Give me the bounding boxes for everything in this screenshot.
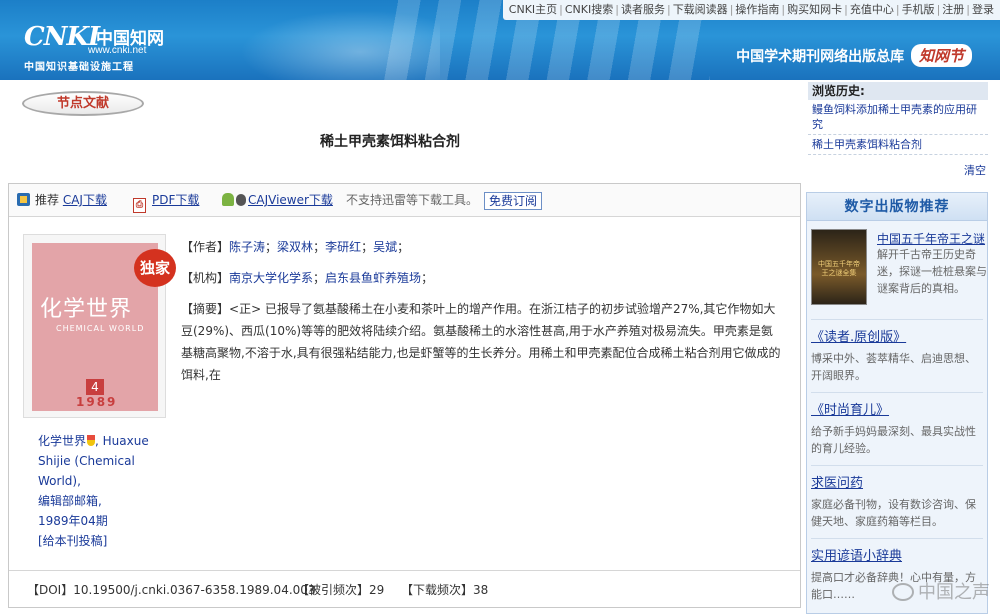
history-item-link[interactable]: 鳗鱼饲料添加稀土甲壳素的应用研究 bbox=[812, 103, 977, 131]
article-stats: 【DOI】10.19500/j.cnki.0367-6358.1989.04.0… bbox=[9, 570, 800, 608]
caj-icon bbox=[17, 193, 30, 206]
clear-history-link[interactable]: 清空 bbox=[964, 162, 986, 178]
doi-group: 【DOI】10.19500/j.cnki.0367-6358.1989.04.0… bbox=[27, 571, 316, 609]
pdf-download-link[interactable]: PDF下载 bbox=[152, 193, 199, 207]
zhiwangjie-logo: 知网节 bbox=[910, 44, 972, 67]
journal-office-link[interactable]: 编辑部邮箱, bbox=[38, 494, 102, 508]
watermark-text: 中国之声 bbox=[918, 582, 990, 603]
recommend-title-link[interactable]: 《读者.原创版》 bbox=[811, 330, 906, 345]
journal-issue-link[interactable]: 1989年04期 bbox=[38, 514, 108, 528]
history-item: 鳗鱼饲料添加稀土甲壳素的应用研究 bbox=[808, 100, 988, 135]
cited-label: 【被引频次】 bbox=[297, 583, 370, 597]
abstract-label: 【摘要】 bbox=[181, 302, 230, 316]
database-name: 中国学术期刊网络出版总库 bbox=[736, 49, 905, 65]
logo-subtitle: 中国知识基础设施工程 bbox=[24, 62, 134, 73]
top-nav: CNKI主页 | CNKI搜索 | 读者服务 | 下载阅读器 | 操作指南 | 购买知网卡 | 充值中心… bbox=[502, 0, 1000, 20]
author-link[interactable]: 吴斌 bbox=[373, 240, 397, 254]
nav-buy-card[interactable]: 购买知网卡 bbox=[787, 3, 842, 16]
android-icon bbox=[222, 193, 234, 206]
browse-history: 浏览历史: 鳗鱼饲料添加稀土甲壳素的应用研究 稀土甲壳素饵料粘合剂 清空 bbox=[808, 82, 988, 182]
doi-label: 【DOI】 bbox=[27, 583, 74, 597]
nav-cnki-search[interactable]: CNKI搜索 bbox=[565, 3, 613, 16]
nav-download-reader[interactable]: 下载阅读器 bbox=[673, 3, 728, 16]
history-item: 稀土甲壳素饵料粘合剂 bbox=[808, 135, 988, 155]
apple-icon bbox=[236, 194, 246, 206]
pdf-download-group: ⎙ PDF下载 bbox=[133, 184, 199, 217]
author-link[interactable]: 陈子涛 bbox=[229, 240, 265, 254]
recommend-item: 《时尚育儿》 给予新手妈妈最深刻、最具实战性的育儿经验。 bbox=[811, 392, 983, 457]
watermark: 中国之声 bbox=[892, 578, 990, 604]
viewer-download-group: CAJViewer下载 bbox=[222, 184, 333, 217]
organizations-row: 【机构】南京大学化学系；启东县鱼虾养殖场； bbox=[181, 271, 434, 285]
nav-reader-service[interactable]: 读者服务 bbox=[621, 3, 665, 16]
recommend-header: 数字出版物推荐 bbox=[807, 193, 987, 221]
download-toolbar: 推荐 CAJ下载 ⎙ PDF下载 CAJViewer下载 不支持迅雷等下载工具。 … bbox=[9, 184, 800, 217]
abstract-row: 【摘要】<正> 已报导了氨基酸稀土在小麦和茶叶上的增产作用。在浙江桔子的初步试验… bbox=[181, 298, 781, 386]
history-header: 浏览历史: bbox=[808, 82, 988, 100]
digital-publication-recommend: 数字出版物推荐 中国五千年帝王之谜全集 中国五千年帝王之谜 解开千古帝王历史奇迷… bbox=[806, 192, 988, 614]
recommend-label: 推荐 bbox=[35, 193, 60, 207]
node-document-button[interactable]: 节点文献 bbox=[22, 91, 144, 116]
recommend-item: 《读者.原创版》 博采中外、荟萃精华、启迪思想、开阔眼界。 bbox=[811, 319, 983, 384]
nav-mobile[interactable]: 手机版 bbox=[902, 3, 935, 16]
recommend-description: 博采中外、荟萃精华、启迪思想、开阔眼界。 bbox=[811, 352, 976, 382]
medal-icon bbox=[87, 435, 96, 446]
author-link[interactable]: 梁双林 bbox=[277, 240, 313, 254]
downloads-label: 【下载频次】 bbox=[401, 583, 474, 597]
organization-link[interactable]: 启东县鱼虾养殖场 bbox=[325, 271, 421, 285]
cnki-logo[interactable]: CNKI 中国知网 www.cnki.net 中国知识基础设施工程 bbox=[24, 22, 169, 73]
nav-register[interactable]: 注册 bbox=[942, 3, 964, 16]
caj-download-link[interactable]: CAJ下载 bbox=[63, 193, 107, 207]
free-subscribe-button[interactable]: 免费订阅 bbox=[484, 192, 543, 210]
cover-issue: 4 bbox=[86, 379, 104, 395]
caj-download-group: 推荐 CAJ下载 bbox=[17, 184, 107, 217]
cover-title-en: CHEMICAL WORLD bbox=[56, 324, 145, 333]
download-notice: 不支持迅雷等下载工具。 bbox=[346, 193, 479, 207]
weibo-icon bbox=[892, 583, 914, 601]
thumbnail-title: 中国五千年帝王之谜全集 bbox=[818, 260, 860, 277]
recommend-title-link[interactable]: 中国五千年帝王之谜 bbox=[877, 230, 985, 247]
article-panel: 推荐 CAJ下载 ⎙ PDF下载 CAJViewer下载 不支持迅雷等下载工具。 … bbox=[8, 183, 801, 608]
recommend-description: 家庭必备刊物，设有数诊咨询、保健天地、家庭药箱等栏目。 bbox=[811, 498, 976, 528]
cover-year: 1989 bbox=[76, 395, 118, 409]
authors-row: 【作者】陈子涛；梁双林；李研红；吴斌； bbox=[181, 240, 410, 254]
pdf-icon: ⎙ bbox=[133, 198, 146, 213]
recommend-title-link[interactable]: 《时尚育儿》 bbox=[811, 403, 889, 418]
doi-value: 10.19500/j.cnki.0367-6358.1989.04.003 bbox=[73, 583, 316, 597]
journal-name-link[interactable]: 化学世界 bbox=[38, 434, 86, 448]
recommend-item-featured: 中国五千年帝王之谜全集 中国五千年帝王之谜 解开千古帝王历史奇迷，探谜一桩桩悬案… bbox=[811, 229, 987, 309]
header-glow bbox=[240, 10, 440, 80]
recommend-title-link[interactable]: 实用谚语小辞典 bbox=[811, 549, 902, 564]
site-header: CNKI 中国知网 www.cnki.net 中国知识基础设施工程 CNKI主页… bbox=[0, 0, 1000, 80]
nav-cnki-home[interactable]: CNKI主页 bbox=[509, 3, 557, 16]
author-link[interactable]: 李研红 bbox=[325, 240, 361, 254]
journal-info: 化学世界, Huaxue Shijie (Chemical World), 编辑… bbox=[38, 431, 158, 551]
organizations-label: 【机构】 bbox=[181, 271, 230, 285]
page-title: 稀土甲壳素饵料粘合剂 bbox=[320, 134, 460, 150]
nav-login[interactable]: 登录 bbox=[972, 3, 994, 16]
downloads-group: 【下载频次】38 bbox=[401, 571, 488, 609]
cited-group: 【被引频次】29 bbox=[297, 571, 384, 609]
downloads-count: 38 bbox=[473, 583, 489, 597]
cajviewer-download-link[interactable]: CAJViewer下载 bbox=[248, 193, 333, 207]
logo-url: www.cnki.net bbox=[88, 45, 147, 56]
submit-manuscript-link[interactable]: [给本刊投稿] bbox=[38, 534, 107, 548]
organization-link[interactable]: 南京大学化学系 bbox=[229, 271, 313, 285]
cited-count: 29 bbox=[369, 583, 385, 597]
article-metadata: 【作者】陈子涛；梁双林；李研红；吴斌； 【机构】南京大学化学系；启东县鱼虾养殖场… bbox=[181, 236, 781, 395]
recommend-description: 给予新手妈妈最深刻、最具实战性的育儿经验。 bbox=[811, 425, 976, 455]
journal-cover[interactable]: 化学世界 CHEMICAL WORLD 4 1989 独家 bbox=[23, 234, 176, 418]
cover-title: 化学世界 bbox=[40, 297, 133, 322]
recommend-title-link[interactable]: 求医问药 bbox=[811, 476, 863, 491]
recommend-item: 求医问药 家庭必备刊物，设有数诊咨询、保健天地、家庭药箱等栏目。 bbox=[811, 465, 983, 530]
recommend-description: 解开千古帝王历史奇迷，探谜一桩桩悬案与谜案背后的真相。 bbox=[877, 248, 987, 295]
history-item-link[interactable]: 稀土甲壳素饵料粘合剂 bbox=[812, 138, 922, 151]
exclusive-badge: 独家 bbox=[134, 249, 176, 287]
abstract-text: <正> 已报导了氨基酸稀土在小麦和茶叶上的增产作用。在浙江桔子的初步试验增产27… bbox=[181, 302, 781, 382]
nav-recharge[interactable]: 充值中心 bbox=[850, 3, 894, 16]
book-cover-thumbnail[interactable]: 中国五千年帝王之谜全集 bbox=[811, 229, 867, 305]
nav-guide[interactable]: 操作指南 bbox=[735, 3, 779, 16]
authors-label: 【作者】 bbox=[181, 240, 230, 254]
database-brand: 中国学术期刊网络出版总库 知网节 bbox=[736, 44, 972, 67]
